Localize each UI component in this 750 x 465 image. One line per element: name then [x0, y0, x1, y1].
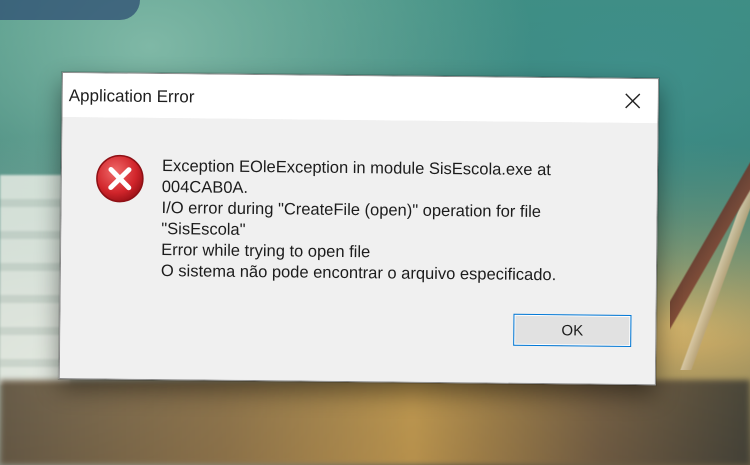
background-book-top — [0, 0, 140, 20]
error-message: Exception EOleException in module SisEsc… — [161, 156, 632, 287]
dialog-titlebar[interactable]: Application Error — [62, 73, 658, 124]
background-pencils — [670, 160, 750, 370]
error-x-icon — [96, 154, 144, 203]
message-line: O sistema não pode encontrar o arquivo e… — [160, 262, 557, 285]
ok-button[interactable]: OK — [513, 313, 632, 347]
dialog-footer: OK — [59, 298, 656, 385]
background-desk — [0, 380, 750, 465]
application-error-dialog: Application Error Exception EOleExceptio… — [58, 72, 659, 386]
dialog-content: Exception EOleException in module SisEsc… — [60, 117, 658, 306]
close-icon — [625, 93, 641, 109]
dialog-title: Application Error — [68, 86, 195, 107]
close-button[interactable] — [616, 85, 650, 117]
